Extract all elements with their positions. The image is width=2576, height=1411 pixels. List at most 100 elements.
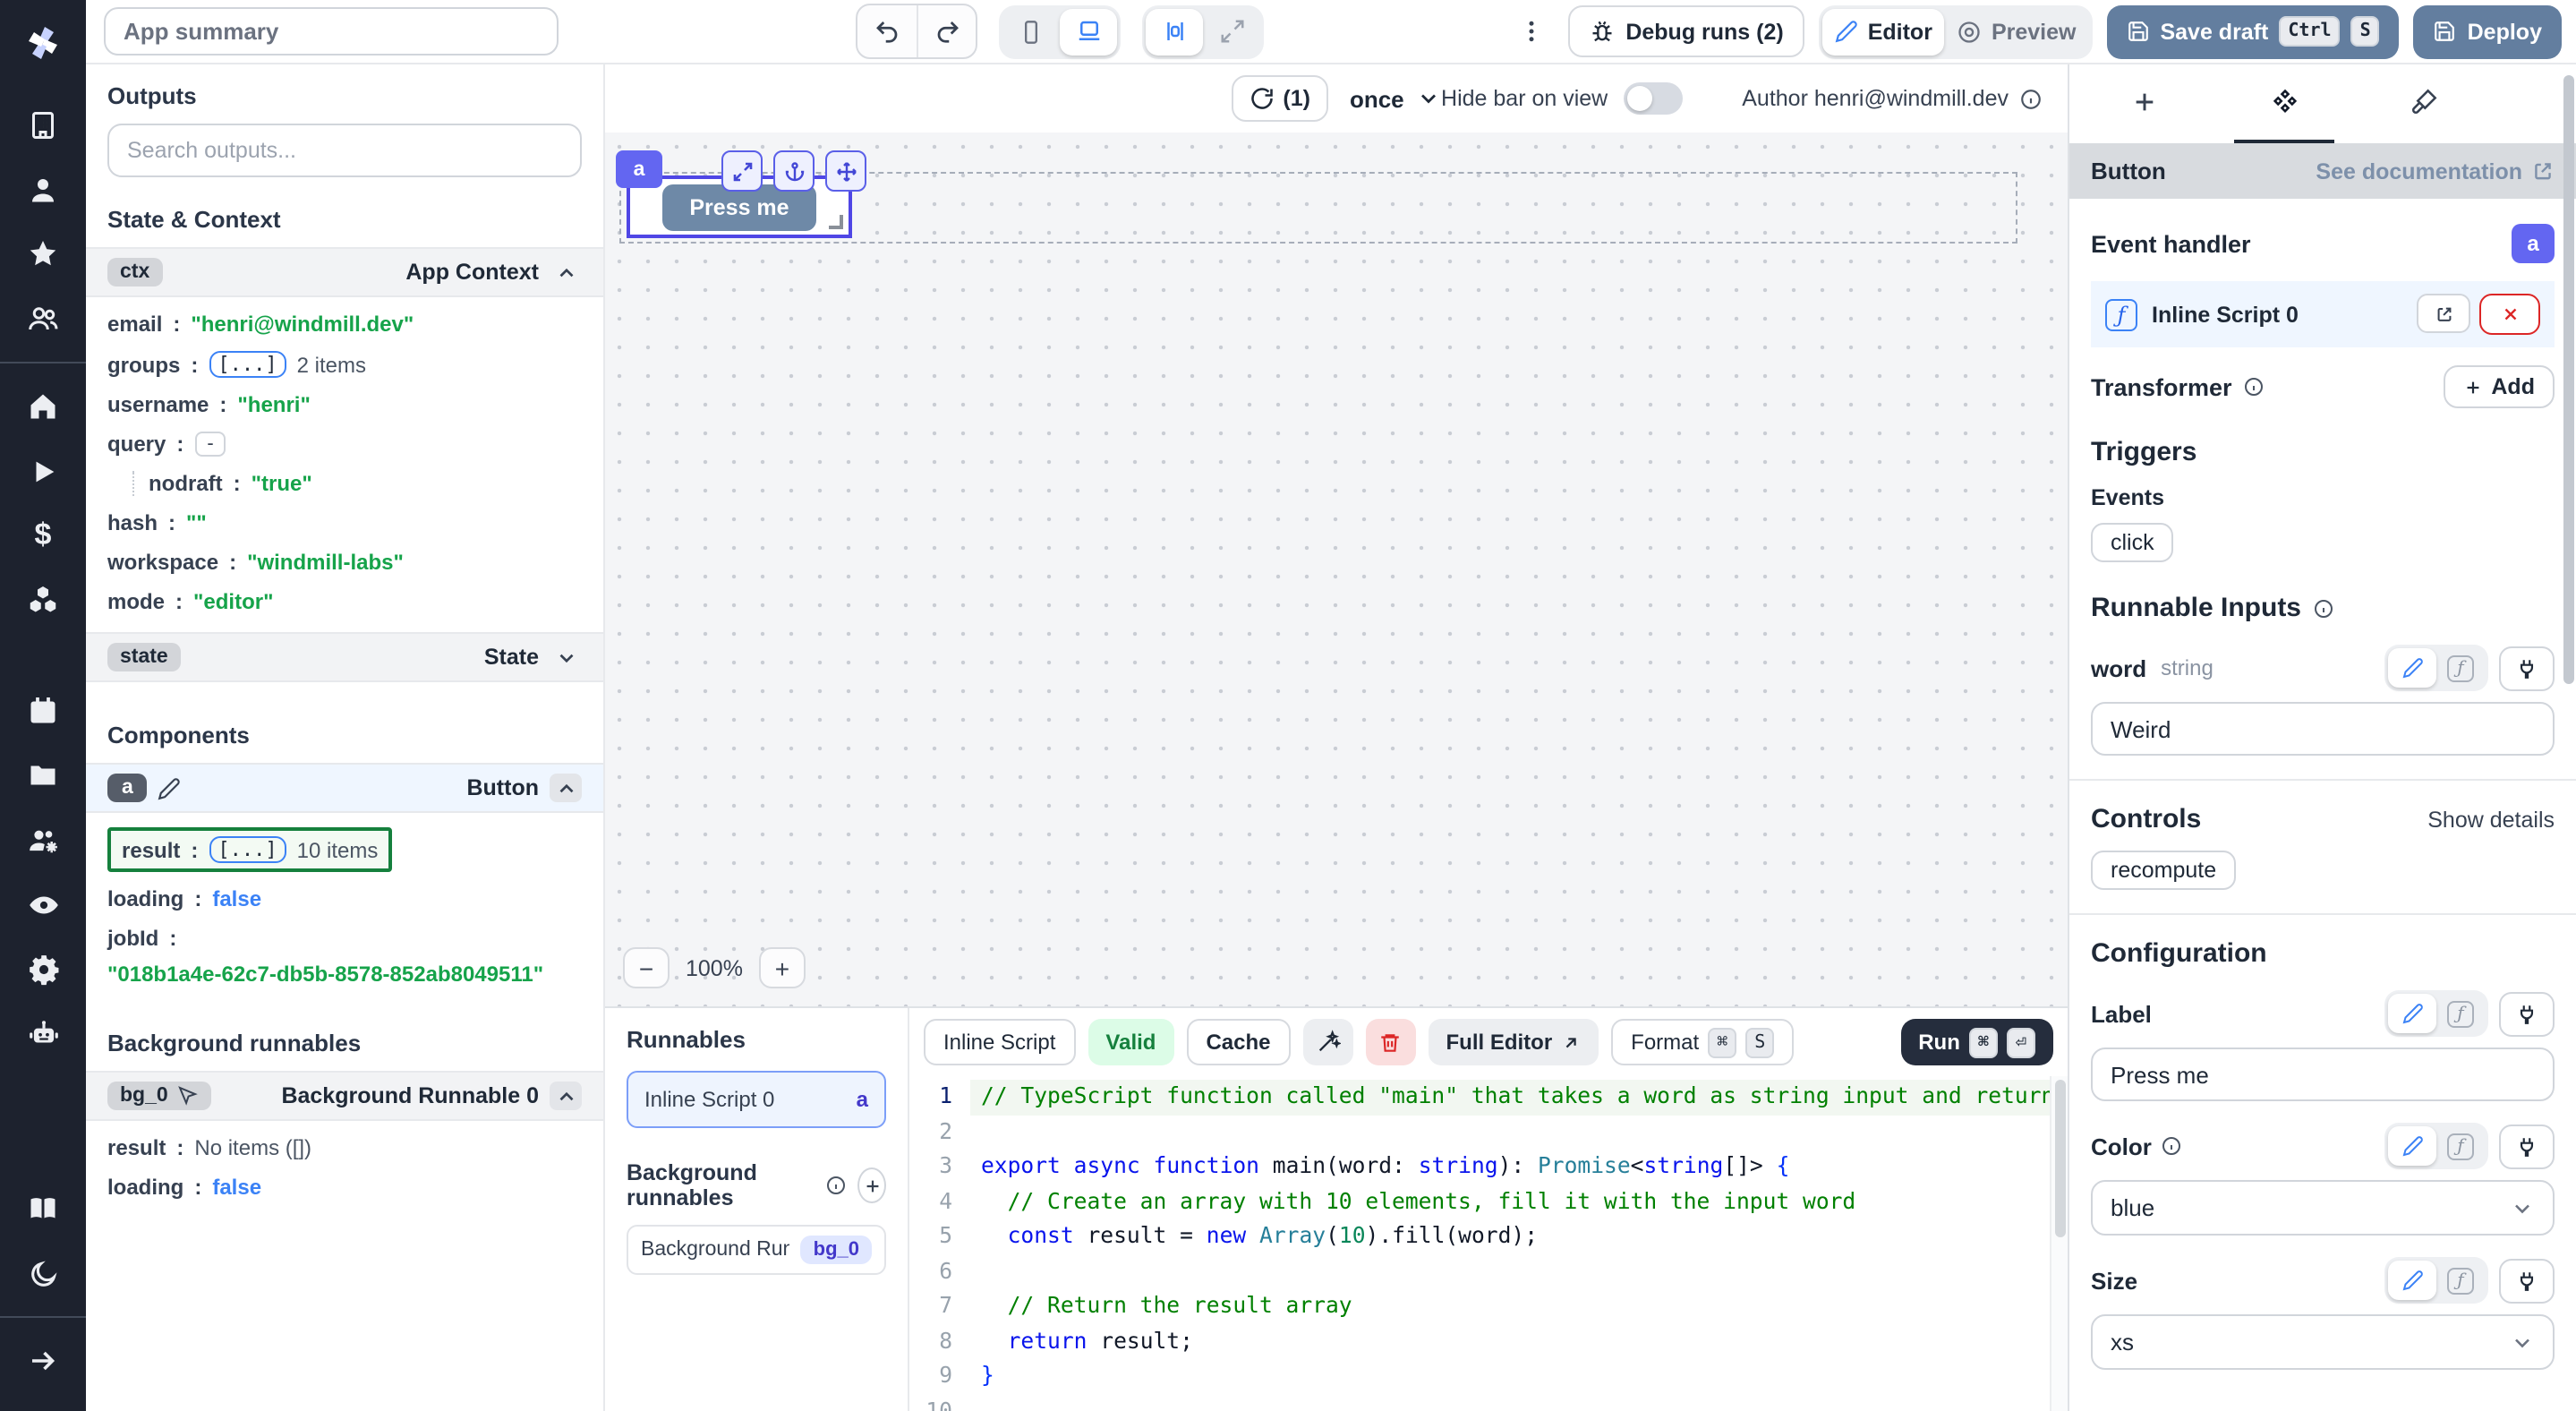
undo-button[interactable] [857,5,917,57]
panel-scrollbar[interactable] [2563,75,2574,684]
code-line[interactable]: 4 // Create an array with 10 elements, f… [909,1184,2068,1219]
workers-users-gear-icon[interactable] [0,808,86,872]
recompute-chip[interactable]: recompute [2091,851,2236,890]
schedules-calendar-icon[interactable] [0,679,86,743]
code-editor[interactable]: 1// TypeScript function called "main" th… [909,1076,2068,1411]
output-row-jobId[interactable]: jobId:"018b1a4e-62c7-db5b-8578-852ab8049… [107,926,582,987]
full-editor-button[interactable]: Full Editor [1429,1019,1599,1065]
tab-component-settings[interactable] [2234,64,2334,143]
code-line[interactable]: 6 [909,1254,2068,1289]
code-line[interactable]: 10 [909,1394,2068,1411]
center-layout-button[interactable] [1146,8,1203,55]
info-icon[interactable] [2243,376,2265,398]
output-row-query[interactable]: query:- [107,432,582,457]
connect-plug-button[interactable] [2499,1124,2555,1168]
state-group-header[interactable]: state State [86,632,603,682]
code-line[interactable]: 3export async function main(word: string… [909,1150,2068,1184]
connect-plug-button[interactable] [2499,1258,2555,1303]
folders-icon[interactable] [0,743,86,808]
ai-wand-button[interactable] [1303,1019,1353,1065]
chevron-up-icon[interactable] [550,774,582,802]
component-id-tag[interactable]: a [616,150,662,188]
refresh-button[interactable]: (1) [1233,77,1326,120]
eval-mode-button[interactable] [2436,1261,2485,1300]
runnable-item-bg-0[interactable]: Background Runna... bg_0 [627,1225,886,1275]
save-draft-button[interactable]: Save draft Ctrl S [2106,4,2399,58]
expand-sidebar-arrow-icon[interactable] [0,1329,86,1393]
static-mode-button[interactable] [2388,1126,2436,1166]
user-icon[interactable] [0,158,86,222]
output-row-result[interactable]: result:[...]10 items [107,827,392,872]
tab-insert-component[interactable] [2094,64,2195,143]
tab-preview[interactable]: Preview [1945,8,2089,55]
remove-script-button[interactable] [2479,294,2540,335]
move-component-button[interactable] [825,150,866,192]
refresh-frequency-dropdown[interactable]: once [1350,85,1442,112]
output-row-nodraft[interactable]: nodraft:"true" [132,471,582,496]
audit-eye-icon[interactable] [0,872,86,936]
component-a-header[interactable]: a Button [86,763,603,813]
redo-button[interactable] [917,5,976,57]
resize-handle[interactable] [829,215,843,229]
eval-mode-button[interactable] [2436,1126,2485,1166]
state-badge[interactable]: state [107,643,181,671]
favorites-star-icon[interactable] [0,222,86,286]
static-mode-button[interactable] [2388,648,2436,688]
tab-editor[interactable]: Editor [1823,8,1945,55]
output-row-loading[interactable]: loading:false [107,886,582,911]
groups-icon[interactable] [0,286,86,351]
dark-mode-moon-icon[interactable] [0,1241,86,1305]
output-row-mode[interactable]: mode:"editor" [107,589,582,614]
resources-cubes-icon[interactable] [0,568,86,632]
runs-play-icon[interactable] [0,439,86,503]
more-options-kebab-icon[interactable] [1507,0,1554,64]
eval-mode-button[interactable] [2436,994,2485,1033]
deploy-button[interactable]: Deploy [2414,4,2562,58]
pencil-icon[interactable] [158,776,182,800]
zoom-out-button[interactable] [623,947,670,988]
app-summary-input[interactable] [104,7,559,56]
see-documentation-link[interactable]: See documentation [2316,158,2555,184]
expand-component-button[interactable] [721,150,763,192]
search-outputs-input[interactable] [107,124,582,177]
color-select[interactable]: blue [2091,1180,2555,1236]
debug-runs-button[interactable]: Debug runs (2) [1568,5,1804,57]
app-canvas[interactable]: a Press me [605,133,2068,1006]
component-id-badge[interactable]: a [2512,224,2555,263]
output-row-loading[interactable]: loading:false [107,1175,582,1200]
show-details-link[interactable]: Show details [2427,807,2555,832]
add-bg-runnable-button[interactable] [857,1167,886,1203]
mobile-view-button[interactable] [1002,8,1060,55]
info-icon[interactable] [2312,597,2333,619]
chevron-up-icon[interactable] [550,1082,582,1110]
output-row-workspace[interactable]: workspace:"windmill-labs" [107,550,582,575]
eval-mode-button[interactable] [2436,648,2485,688]
code-line[interactable]: 7 // Return the result array [909,1289,2068,1324]
delete-script-button[interactable] [1366,1019,1416,1065]
bg0-header[interactable]: bg_0 Background Runnable 0 [86,1071,603,1121]
tab-styling[interactable] [2374,64,2474,143]
label-value-input[interactable] [2091,1048,2555,1101]
hide-bar-toggle[interactable] [1624,82,1683,115]
docs-book-icon[interactable] [0,1176,86,1241]
add-transformer-button[interactable]: Add [2443,365,2555,408]
ctx-badge[interactable]: ctx [107,258,162,286]
output-row-email[interactable]: email:"henri@windmill.dev" [107,312,582,337]
static-mode-button[interactable] [2388,994,2436,1033]
chevron-up-icon[interactable] [550,258,582,286]
code-line[interactable]: 8 return result; [909,1324,2068,1359]
static-mode-button[interactable] [2388,1261,2436,1300]
connect-plug-button[interactable] [2499,646,2555,690]
full-width-layout-button[interactable] [1203,8,1260,55]
run-button[interactable]: Run ⌘ ⏎ [1900,1019,2053,1065]
code-line[interactable]: 2 [909,1115,2068,1150]
output-row-username[interactable]: username:"henri" [107,392,582,417]
info-icon[interactable] [825,1175,847,1196]
word-value-input[interactable] [2091,702,2555,756]
cache-button[interactable]: Cache [1186,1019,1290,1065]
canvas-grid-row[interactable]: a Press me [619,172,2017,244]
event-chip-click[interactable]: click [2091,523,2174,562]
ctx-group-header[interactable]: ctx App Context [86,247,603,297]
output-row-groups[interactable]: groups:[...]2 items [107,351,582,378]
runnable-item-inline-script-0[interactable]: Inline Script 0 a [627,1071,886,1128]
